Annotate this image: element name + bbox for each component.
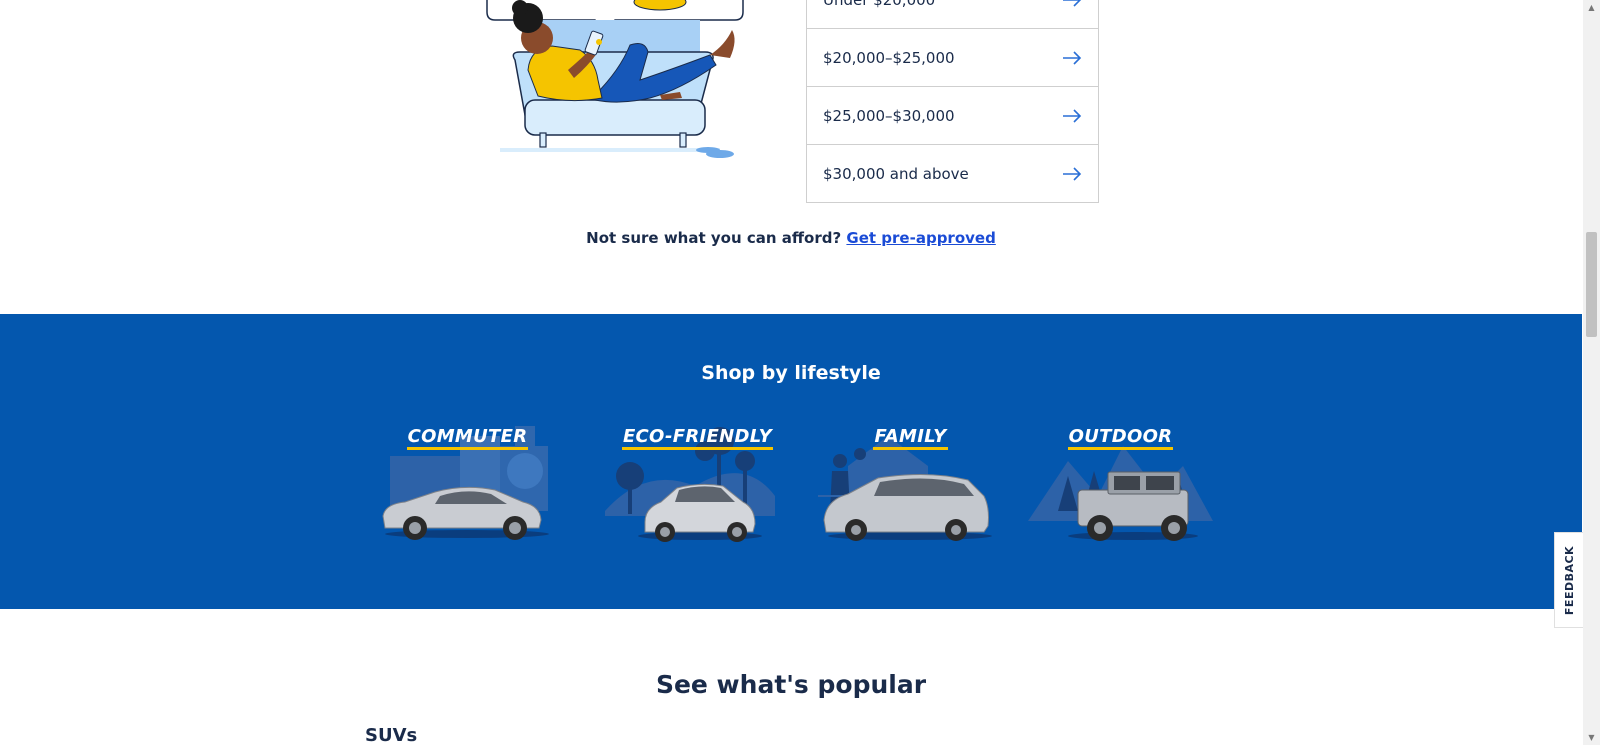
tile-label: FAMILY (818, 426, 1003, 450)
section-title: Shop by lifestyle (701, 362, 881, 384)
arrow-right-icon (1063, 0, 1081, 7)
tile-label: COMMUTER (375, 426, 560, 450)
price-option-label: $20,000–$25,000 (823, 48, 955, 67)
shop-by-lifestyle-section: Shop by lifestyle COMMUTER ECO-FRIENDLY … (0, 314, 1582, 609)
tile-label: ECO-FRIENDLY (605, 426, 790, 450)
arrow-right-icon (1063, 108, 1082, 123)
arrow-right-icon (1063, 166, 1082, 181)
lifestyle-tile-eco-friendly[interactable]: ECO-FRIENDLY (605, 416, 790, 546)
afford-prompt: Not sure what you can afford? Get pre-ap… (0, 229, 1582, 247)
price-option-30000-and-above[interactable]: $30,000 and above (807, 144, 1098, 202)
page-scrollbar[interactable]: ▲ ▼ (1583, 0, 1600, 745)
price-option-label: $25,000–$30,000 (823, 106, 955, 125)
popular-category-heading: SUVs (365, 725, 418, 745)
tile-label: OUTDOOR (1028, 426, 1213, 450)
feedback-label: FEEDBACK (1563, 545, 1577, 615)
person-on-couch-illustration (470, 0, 760, 170)
lifestyle-tile-family[interactable]: FAMILY (818, 416, 1003, 546)
feedback-tab[interactable]: FEEDBACK (1554, 532, 1584, 628)
afford-text: Not sure what you can afford? (586, 229, 842, 247)
price-option-20000-25000[interactable]: $20,000–$25,000 (807, 28, 1098, 86)
tile-label-text: OUTDOOR (1067, 426, 1174, 450)
price-option-label: $30,000 and above (823, 164, 969, 183)
price-range-list: Under $20,000 $20,000–$25,000 $25,000–$3… (806, 0, 1099, 203)
popular-section-title: See what's popular (655, 670, 927, 699)
price-option-label: Under $20,000 (823, 0, 935, 9)
arrow-right-icon (1063, 50, 1082, 65)
tile-label-text: FAMILY (873, 426, 948, 450)
tile-label-text: COMMUTER (406, 426, 529, 450)
scroll-up-icon[interactable]: ▲ (1587, 3, 1596, 12)
scroll-thumb[interactable] (1586, 232, 1597, 337)
price-option-25000-30000[interactable]: $25,000–$30,000 (807, 86, 1098, 144)
scroll-down-icon[interactable]: ▼ (1587, 733, 1596, 742)
tile-label-text: ECO-FRIENDLY (621, 426, 774, 450)
lifestyle-tile-commuter[interactable]: COMMUTER (375, 416, 560, 546)
price-option-under-20000[interactable]: Under $20,000 (807, 0, 1098, 28)
get-preapproved-link[interactable]: Get pre-approved (846, 229, 995, 247)
lifestyle-tile-outdoor[interactable]: OUTDOOR (1028, 416, 1213, 546)
